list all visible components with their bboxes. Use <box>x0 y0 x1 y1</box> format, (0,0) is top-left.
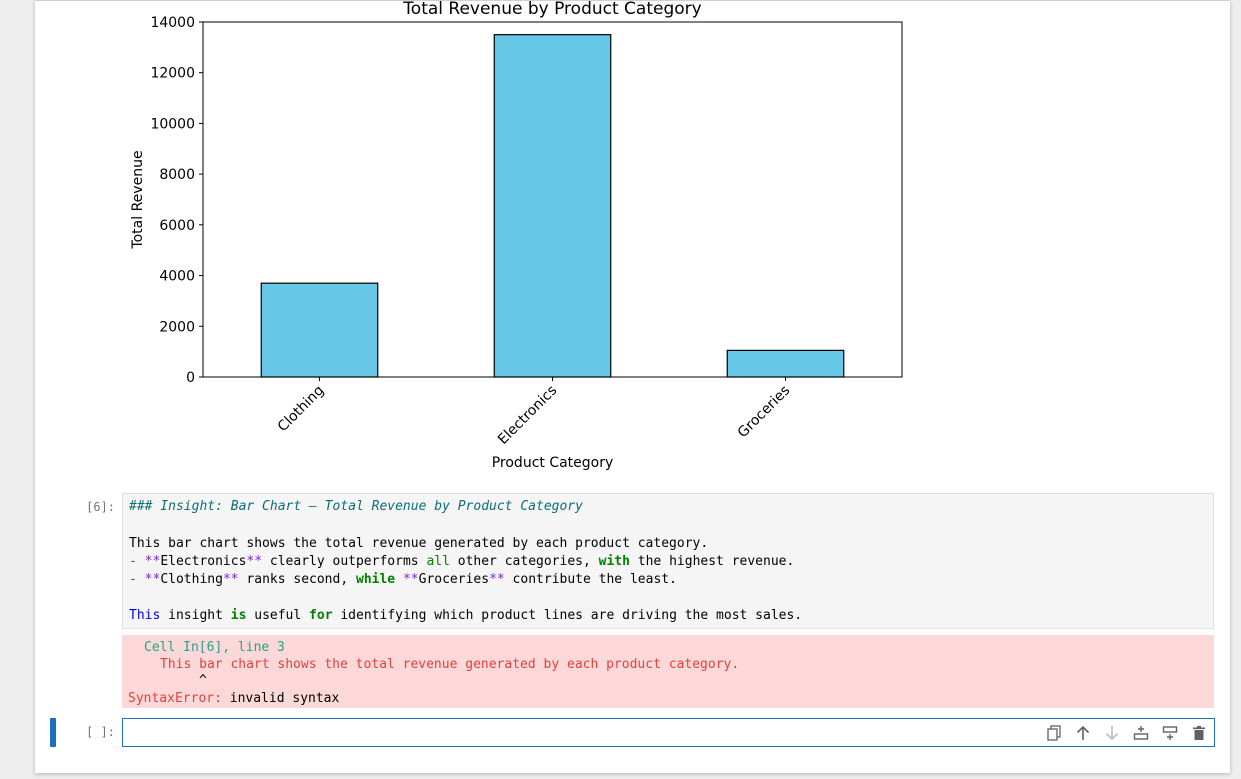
x-tick-label: Groceries <box>735 383 794 442</box>
bar-electronics <box>493 34 612 378</box>
y-axis: 0 2000 4000 6000 8000 10000 12000 14000 <box>150 15 203 386</box>
bars-group <box>260 34 845 378</box>
md-keyword: with <box>598 554 630 569</box>
error-output: Cell In[6], line 3 This bar chart shows … <box>122 635 1214 708</box>
y-tick-label: 14000 <box>150 15 195 31</box>
cell-prompt: [ ]: <box>86 725 115 739</box>
md-text: the highest revenue. <box>629 554 795 569</box>
duplicate-icon[interactable] <box>1044 724 1063 742</box>
cell-toolbar <box>1044 724 1208 742</box>
md-markup: - ** <box>129 572 161 587</box>
markdown-line: This insight is useful for identifying w… <box>129 608 802 623</box>
markdown-bullet: - **Electronics** clearly outperforms al… <box>129 554 794 569</box>
error-text: invalid syntax <box>221 691 340 706</box>
chart-title: Total Revenue by Product Category <box>402 0 701 19</box>
md-text: identifying which product lines are driv… <box>332 608 803 623</box>
move-down-icon[interactable] <box>1102 724 1121 742</box>
md-strong: Clothing <box>160 572 223 587</box>
insert-below-icon[interactable] <box>1160 724 1179 742</box>
markdown-heading: ### Insight: Bar Chart – Total Revenue b… <box>129 499 583 514</box>
md-markup: ** <box>395 572 419 587</box>
md-markup: ** <box>489 572 505 587</box>
delete-icon[interactable] <box>1189 724 1208 742</box>
x-axis: Clothing Electronics Groceries <box>275 377 794 448</box>
md-strong: Electronics <box>160 554 247 569</box>
md-text: useful <box>246 608 310 623</box>
y-tick-label: 10000 <box>150 116 195 132</box>
md-markup: ** <box>246 554 263 569</box>
move-up-icon[interactable] <box>1073 724 1092 742</box>
x-axis-label: Product Category <box>492 455 614 471</box>
bar-groceries <box>726 349 845 378</box>
y-tick-label: 6000 <box>159 218 195 234</box>
markdown-bullet: - **Clothing** ranks second, while **Gro… <box>129 572 677 587</box>
markdown-cell-editor[interactable]: ### Insight: Bar Chart – Total Revenue b… <box>122 493 1214 629</box>
markdown-line: This bar chart shows the total revenue g… <box>129 536 709 551</box>
error-message: SyntaxError: invalid syntax <box>128 691 339 706</box>
md-text: contribute the least. <box>504 572 677 587</box>
y-tick-label: 2000 <box>159 319 195 335</box>
cell-prompt: [6]: <box>86 500 115 514</box>
y-tick-label: 0 <box>186 370 195 386</box>
error-type: SyntaxError: <box>128 691 222 706</box>
md-keyword: is <box>230 608 247 623</box>
md-text: other categories, <box>449 554 599 569</box>
md-text: clearly outperforms <box>262 554 427 569</box>
y-axis-label: Total Revenue <box>130 150 146 249</box>
md-strong: Groceries <box>418 572 490 587</box>
y-tick-label: 4000 <box>159 269 195 285</box>
x-tick-label: Clothing <box>275 383 328 436</box>
y-tick-label: 12000 <box>150 66 195 82</box>
error-code-line: This bar chart shows the total revenue g… <box>160 657 740 672</box>
insert-above-icon[interactable] <box>1131 724 1150 742</box>
md-text: ranks second, <box>238 572 356 587</box>
code-cell-input[interactable] <box>122 718 1215 747</box>
bar-clothing <box>260 282 379 378</box>
md-keyword: for <box>309 608 333 623</box>
y-tick-label: 8000 <box>159 167 195 183</box>
md-keyword: all <box>426 554 450 569</box>
md-keyword: while <box>356 572 396 587</box>
error-caret: ^ <box>199 673 207 688</box>
x-tick-label: Electronics <box>495 383 560 448</box>
md-keyword: This <box>129 608 161 623</box>
md-text: insight <box>160 608 231 623</box>
notebook-panel: Total Revenue by Product Category 0 2000 4… <box>35 0 1230 773</box>
bar-chart: Total Revenue by Product Category 0 2000 4… <box>130 0 903 471</box>
active-cell-indicator <box>50 718 56 747</box>
md-markup: ** <box>222 572 239 587</box>
error-cell-ref: Cell In[6], line 3 <box>144 640 285 655</box>
md-markup: - ** <box>129 554 161 569</box>
